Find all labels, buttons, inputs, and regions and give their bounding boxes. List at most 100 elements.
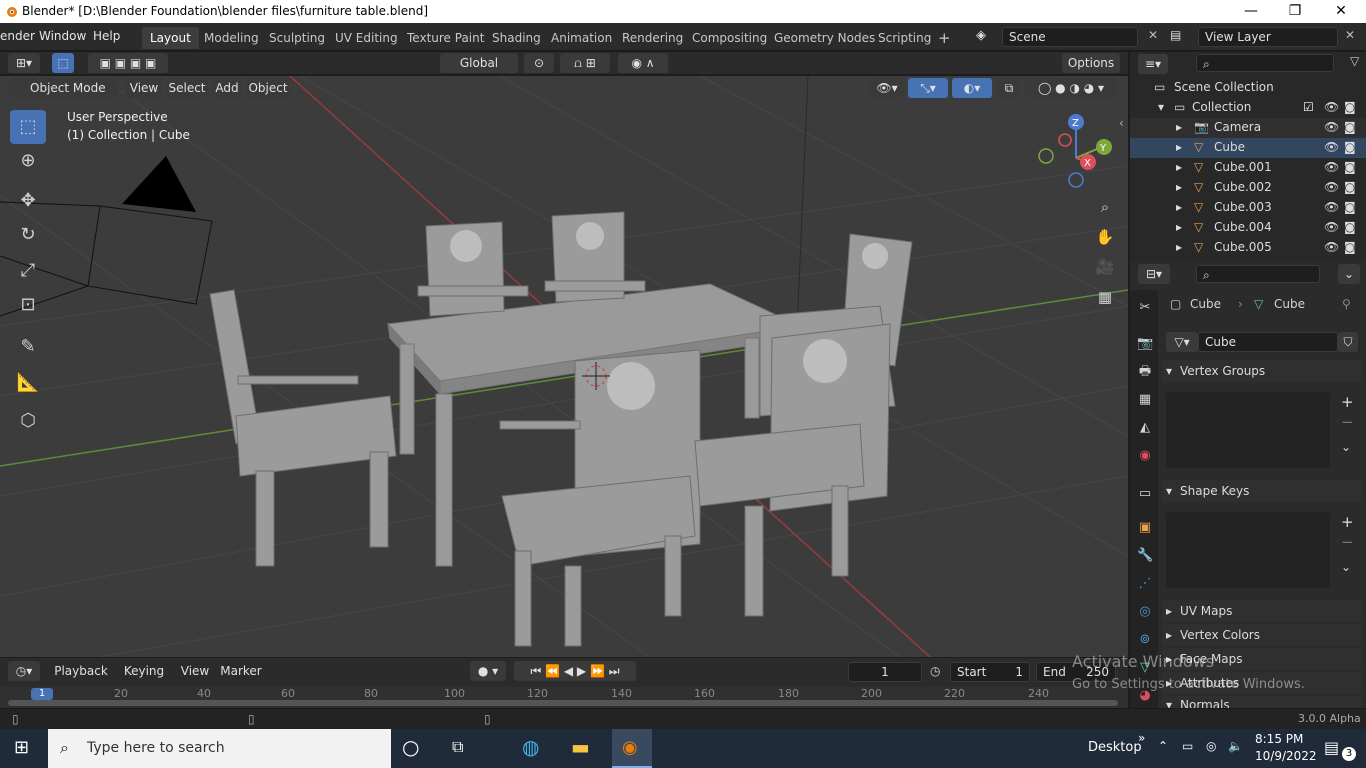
- menu-help[interactable]: Help: [93, 29, 120, 43]
- outliner-row-collection[interactable]: ▾ ▭ Collection ☑ 👁 ◙: [1130, 98, 1366, 118]
- proportional-edit-icon[interactable]: ◉ ∧: [618, 53, 668, 73]
- overlay-toggle-icon[interactable]: ◐▾: [952, 78, 992, 98]
- collection-tab-icon[interactable]: ▭: [1137, 486, 1153, 502]
- record-icon[interactable]: ● ▾: [470, 661, 506, 681]
- cortana-icon[interactable]: ○: [402, 735, 419, 759]
- object-tab-icon[interactable]: ▣: [1137, 520, 1153, 536]
- eye-icon[interactable]: 👁: [1324, 160, 1339, 174]
- start-frame-field[interactable]: Start 1: [950, 662, 1030, 682]
- vertex-groups-list[interactable]: [1166, 392, 1330, 468]
- eye-icon[interactable]: 👁: [1324, 180, 1339, 194]
- vertex-group-menu-icon[interactable]: ⌄: [1341, 440, 1351, 454]
- tab-animation[interactable]: Animation: [543, 27, 620, 49]
- zoom-icon[interactable]: ⌕: [1094, 196, 1116, 218]
- shape-keys-list[interactable]: [1166, 512, 1330, 588]
- add-cube-tool-icon[interactable]: ⬡: [10, 404, 46, 438]
- selection-mode-buttons[interactable]: ▣ ▣ ▣ ▣: [88, 53, 168, 73]
- outliner-row-cube-004[interactable]: ▸ ▽ Cube.004 👁 ◙: [1130, 218, 1366, 238]
- editor-type-button[interactable]: ⊞▾: [8, 53, 40, 73]
- cursor-tool-icon[interactable]: ⊕: [10, 144, 46, 178]
- minimize-button[interactable]: —: [1228, 0, 1274, 23]
- world-tab-icon[interactable]: ◉: [1137, 448, 1153, 464]
- mesh-browse-button[interactable]: ▽▾: [1166, 332, 1198, 352]
- add-shape-key-icon[interactable]: +: [1341, 513, 1354, 531]
- gizmo-toggle-icon[interactable]: ⤡▾: [908, 78, 948, 98]
- render-icon[interactable]: ◙: [1344, 220, 1356, 234]
- edge-icon[interactable]: ◍: [522, 735, 539, 759]
- render-icon[interactable]: ◙: [1344, 200, 1356, 214]
- constraints-tab-icon[interactable]: ⊚: [1137, 632, 1153, 648]
- playback-controls-icons[interactable]: ⏮ ⏪ ◀ ▶ ⏩ ⏭: [514, 661, 636, 681]
- pan-hand-icon[interactable]: ✋: [1094, 226, 1116, 248]
- scene-icon[interactable]: ◈: [976, 28, 986, 43]
- select-box-tool-icon[interactable]: ⬚: [10, 110, 46, 144]
- outliner-row-cube[interactable]: ▸ ▽ Cube 👁 ◙: [1130, 138, 1366, 158]
- outliner-row-cube-002[interactable]: ▸ ▽ Cube.002 👁 ◙: [1130, 178, 1366, 198]
- uv-maps-panel[interactable]: ▸ UV Maps: [1162, 600, 1362, 622]
- render-icon[interactable]: ◙: [1344, 140, 1356, 154]
- grid-view-icon[interactable]: ▦: [1094, 286, 1116, 308]
- view-layer-close-icon[interactable]: ✕: [1345, 28, 1355, 42]
- eye-icon[interactable]: 👁: [1324, 100, 1339, 114]
- add-menu[interactable]: Add: [212, 78, 242, 98]
- tab-sculpting[interactable]: Sculpting: [261, 27, 333, 49]
- menu-render[interactable]: ender: [0, 29, 35, 43]
- view-menu[interactable]: View: [126, 78, 162, 98]
- view-menu[interactable]: View: [178, 661, 212, 681]
- clock-date[interactable]: 10/9/2022: [1255, 749, 1317, 763]
- clock-time[interactable]: 8:15 PM: [1255, 732, 1303, 746]
- close-window-button[interactable]: ✕: [1318, 0, 1364, 23]
- select-menu[interactable]: Select: [166, 78, 208, 98]
- properties-search-input[interactable]: ⌕: [1196, 265, 1320, 283]
- expand-icon[interactable]: ▸: [1176, 180, 1182, 194]
- expand-icon[interactable]: ▸: [1176, 140, 1182, 154]
- eye-icon[interactable]: 👁: [1324, 200, 1339, 214]
- task-view-icon[interactable]: ⧉: [452, 737, 463, 757]
- tab-shading[interactable]: Shading: [484, 27, 549, 49]
- eye-icon[interactable]: 👁: [1324, 120, 1339, 134]
- expand-icon[interactable]: ▸: [1176, 240, 1182, 254]
- measure-tool-icon[interactable]: 📐: [10, 366, 46, 400]
- scale-tool-icon[interactable]: ⤢: [10, 254, 46, 288]
- outliner-editor-type[interactable]: ≡▾: [1138, 54, 1168, 74]
- pivot-icon[interactable]: ⊙: [524, 53, 554, 73]
- eye-icon[interactable]: 👁: [1324, 240, 1339, 254]
- shape-keys-panel[interactable]: ▾ Shape Keys: [1162, 480, 1362, 502]
- properties-editor-type[interactable]: ⊟▾: [1138, 264, 1170, 284]
- scene-tab-icon[interactable]: ◭: [1137, 420, 1153, 436]
- battery-icon[interactable]: ▭: [1182, 739, 1193, 753]
- expand-icon[interactable]: ▸: [1176, 120, 1182, 134]
- maximize-button[interactable]: ❐: [1272, 0, 1318, 23]
- remove-vertex-group-icon[interactable]: −: [1341, 413, 1354, 431]
- camera-view-icon[interactable]: 🎥: [1094, 256, 1116, 278]
- outliner-row-cube-005[interactable]: ▸ ▽ Cube.005 👁 ◙: [1130, 238, 1366, 258]
- outliner-row-cube-003[interactable]: ▸ ▽ Cube.003 👁 ◙: [1130, 198, 1366, 218]
- annotate-tool-icon[interactable]: ✎: [10, 330, 46, 364]
- file-explorer-icon[interactable]: ▬: [571, 735, 590, 759]
- marker-menu[interactable]: Marker: [216, 661, 266, 681]
- select-tool-icon[interactable]: ⬚: [52, 53, 74, 73]
- tab-compositing[interactable]: Compositing: [684, 27, 775, 49]
- expand-icon[interactable]: ▾: [1158, 100, 1164, 114]
- tab-rendering[interactable]: Rendering: [614, 27, 691, 49]
- vertex-colors-panel[interactable]: ▸ Vertex Colors: [1162, 624, 1362, 646]
- timeline-editor-type[interactable]: ◷▾: [8, 661, 40, 681]
- object-mode-dropdown[interactable]: Object Mode: [8, 78, 118, 98]
- move-tool-icon[interactable]: ✥: [10, 184, 46, 218]
- outliner-search-input[interactable]: ⌕: [1196, 54, 1334, 72]
- remove-shape-key-icon[interactable]: −: [1341, 533, 1354, 551]
- view-layer-field[interactable]: View Layer: [1198, 27, 1338, 47]
- desktop-toolbar-label[interactable]: Desktop: [1088, 740, 1142, 755]
- current-frame-field[interactable]: 1: [848, 662, 922, 682]
- filter-icon[interactable]: ▽: [1350, 54, 1359, 68]
- eye-icon[interactable]: 👁: [1324, 140, 1339, 154]
- particles-tab-icon[interactable]: ⋰: [1137, 576, 1153, 592]
- volume-icon[interactable]: 🔈: [1228, 739, 1243, 753]
- show-hidden-icons[interactable]: ⌃: [1158, 739, 1168, 753]
- outliner-row-camera[interactable]: ▸ 📷 Camera 👁 ◙: [1130, 118, 1366, 138]
- scene-field[interactable]: Scene: [1002, 27, 1138, 47]
- physics-tab-icon[interactable]: ◎: [1137, 604, 1153, 620]
- timeline-ruler[interactable]: 1 20 40 60 80 100 120 140 160 180 200 22…: [0, 687, 1128, 708]
- 3d-viewport[interactable]: Object Mode View Select Add Object 👁▾ ⤡▾…: [0, 76, 1128, 657]
- tool-tab-icon[interactable]: ✂: [1137, 300, 1153, 316]
